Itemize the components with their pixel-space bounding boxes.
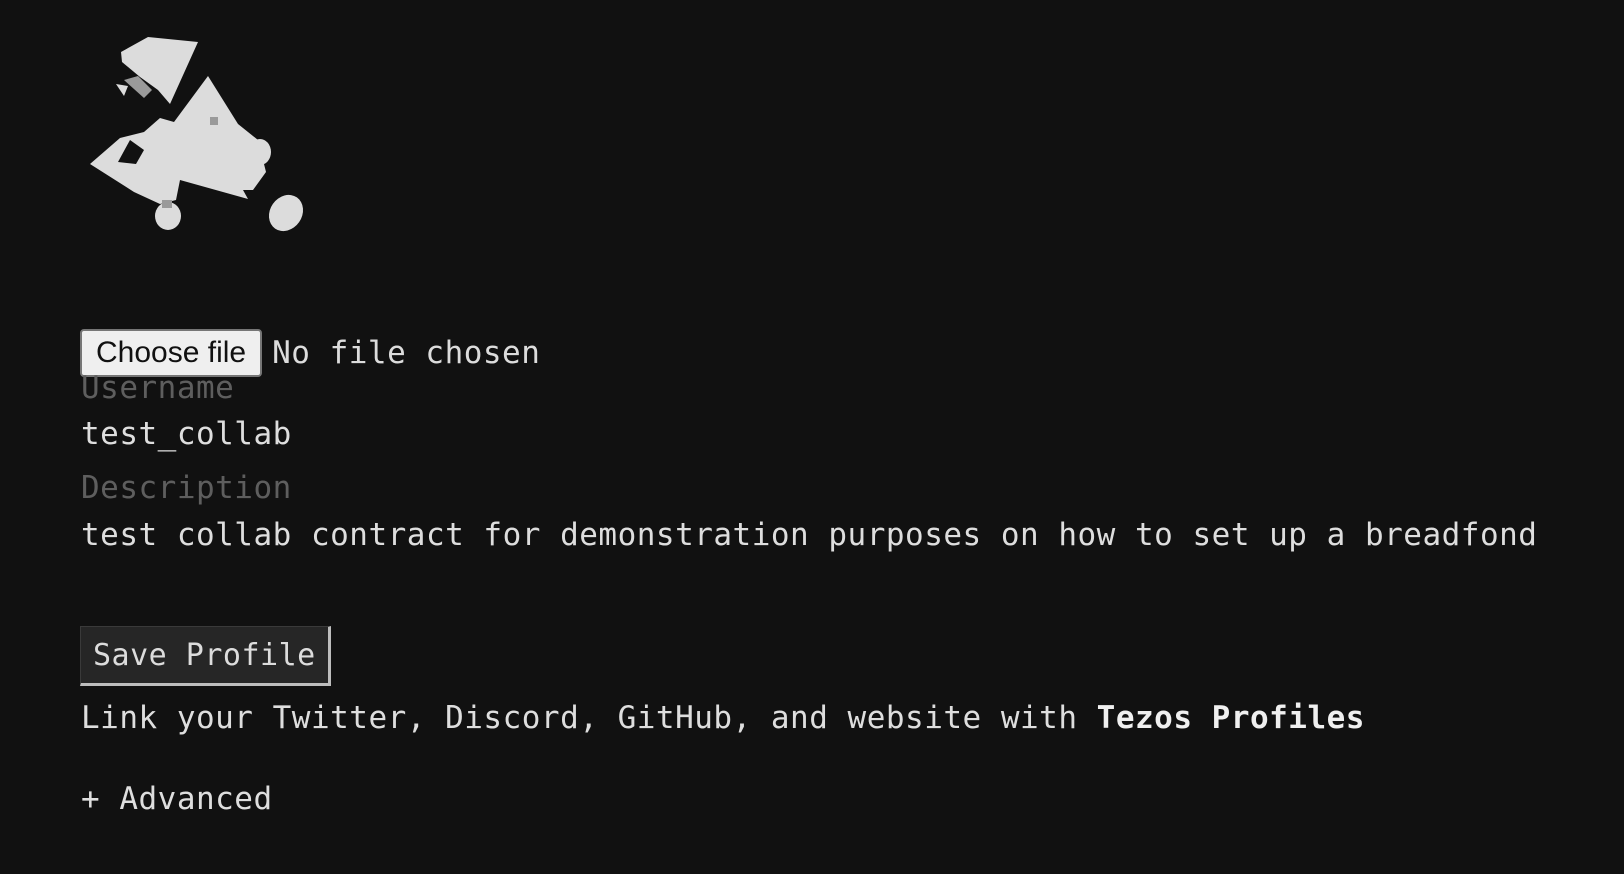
username-label: Username bbox=[81, 370, 235, 406]
tezos-profiles-text: Link your Twitter, Discord, GitHub, and … bbox=[81, 700, 1365, 736]
avatar bbox=[88, 32, 328, 252]
description-label: Description bbox=[81, 470, 292, 506]
username-field[interactable]: test_collab bbox=[81, 416, 292, 452]
save-profile-button[interactable]: Save Profile bbox=[80, 626, 331, 686]
description-field[interactable]: test collab contract for demonstration p… bbox=[81, 517, 1537, 553]
file-status-text: No file chosen bbox=[272, 335, 541, 371]
advanced-toggle[interactable]: + Advanced bbox=[81, 781, 273, 817]
abstract-avatar-icon bbox=[90, 37, 304, 232]
tezos-profiles-prefix: Link your Twitter, Discord, GitHub, and … bbox=[81, 700, 1097, 736]
tezos-profiles-link[interactable]: Tezos Profiles bbox=[1097, 700, 1365, 736]
